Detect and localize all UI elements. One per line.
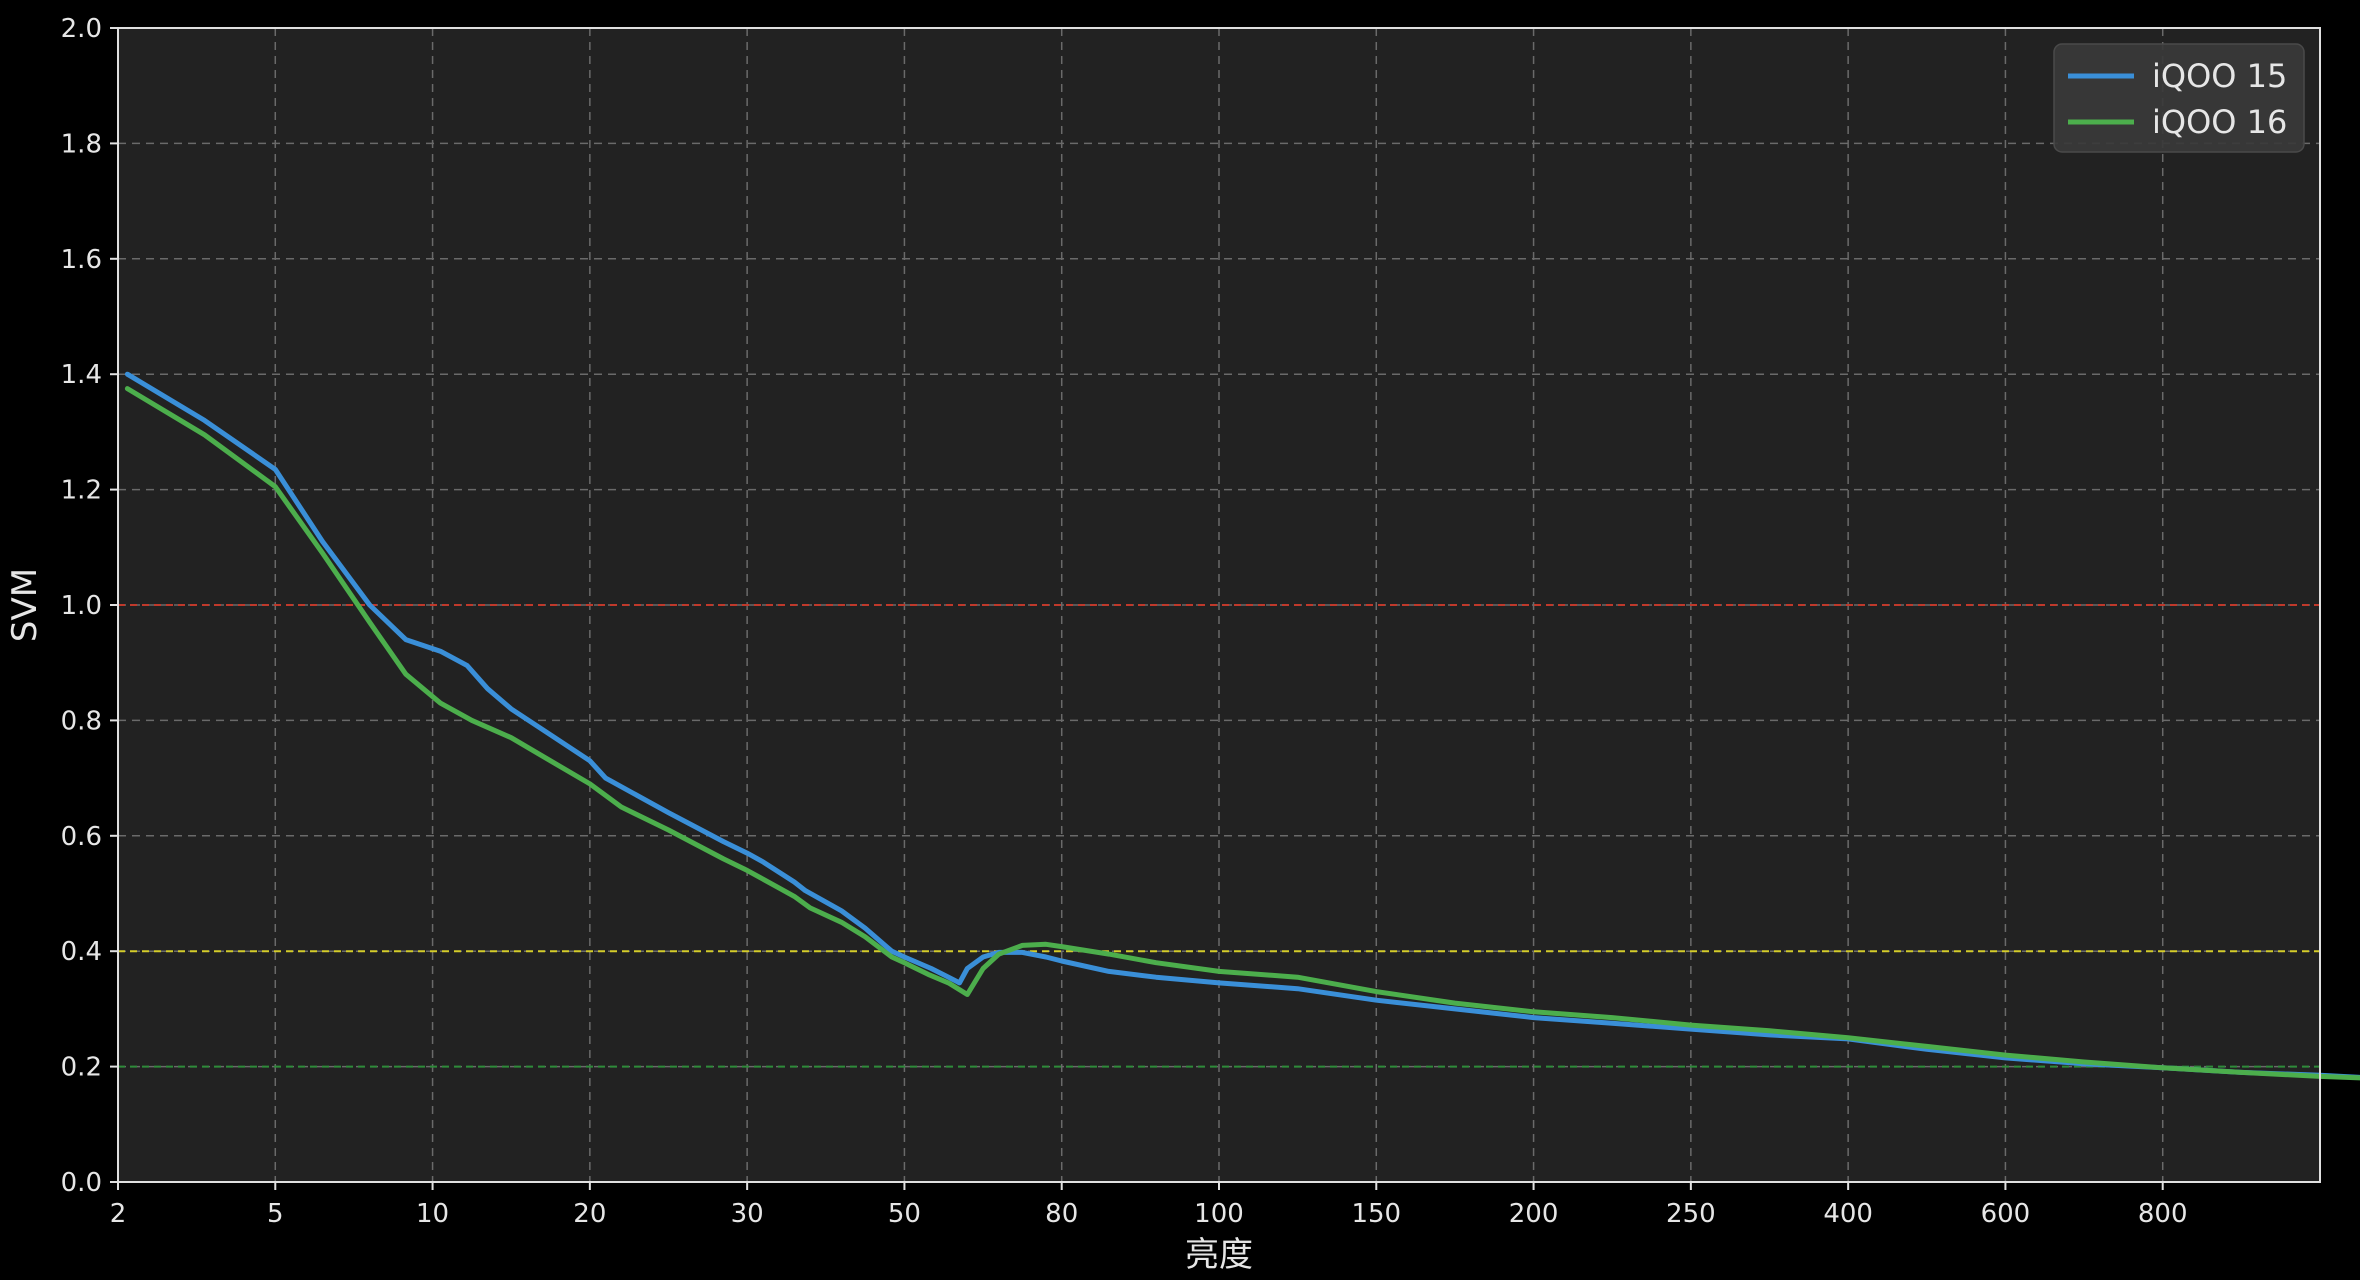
y-tick-label: 0.0 — [61, 1168, 102, 1198]
y-axis-label: SVM — [5, 568, 45, 642]
y-tick-label: 0.6 — [61, 822, 102, 852]
y-tick-label: 1.4 — [61, 360, 102, 390]
x-tick-label: 400 — [1823, 1199, 1873, 1229]
x-tick-label: 50 — [888, 1199, 921, 1229]
y-tick-label: 1.0 — [61, 591, 102, 621]
legend: iQOO 15 iQOO 16 — [2053, 43, 2305, 153]
y-tick-label: 0.8 — [61, 706, 102, 736]
y-tick-label: 1.6 — [61, 245, 102, 275]
y-tick-label: 0.4 — [61, 937, 102, 967]
x-tick-label: 10 — [416, 1199, 449, 1229]
y-tick-label: 1.8 — [61, 129, 102, 159]
svm-brightness-chart: 2 5 10 20 30 50 80 100 150 200 250 400 600 800 0.0 0.2… — [0, 0, 2360, 1280]
x-tick-label: 20 — [573, 1199, 606, 1229]
x-tick-label: 2 — [110, 1199, 127, 1229]
x-tick-label: 5 — [267, 1199, 284, 1229]
y-tick-label: 2.0 — [61, 14, 102, 44]
legend-label: iQOO 15 — [2152, 57, 2287, 95]
y-tick-label: 0.2 — [61, 1053, 102, 1083]
x-tick-label: 800 — [2138, 1199, 2188, 1229]
x-tick-label: 100 — [1194, 1199, 1244, 1229]
x-tick-label: 150 — [1351, 1199, 1401, 1229]
legend-label: iQOO 16 — [2152, 103, 2287, 141]
y-tick-label: 1.2 — [61, 476, 102, 506]
x-tick-label: 80 — [1045, 1199, 1078, 1229]
x-tick-label: 250 — [1666, 1199, 1716, 1229]
x-tick-label: 200 — [1509, 1199, 1559, 1229]
x-axis-label: 亮度 — [1185, 1235, 1253, 1275]
x-tick-label: 30 — [731, 1199, 764, 1229]
x-tick-label: 600 — [1981, 1199, 2031, 1229]
